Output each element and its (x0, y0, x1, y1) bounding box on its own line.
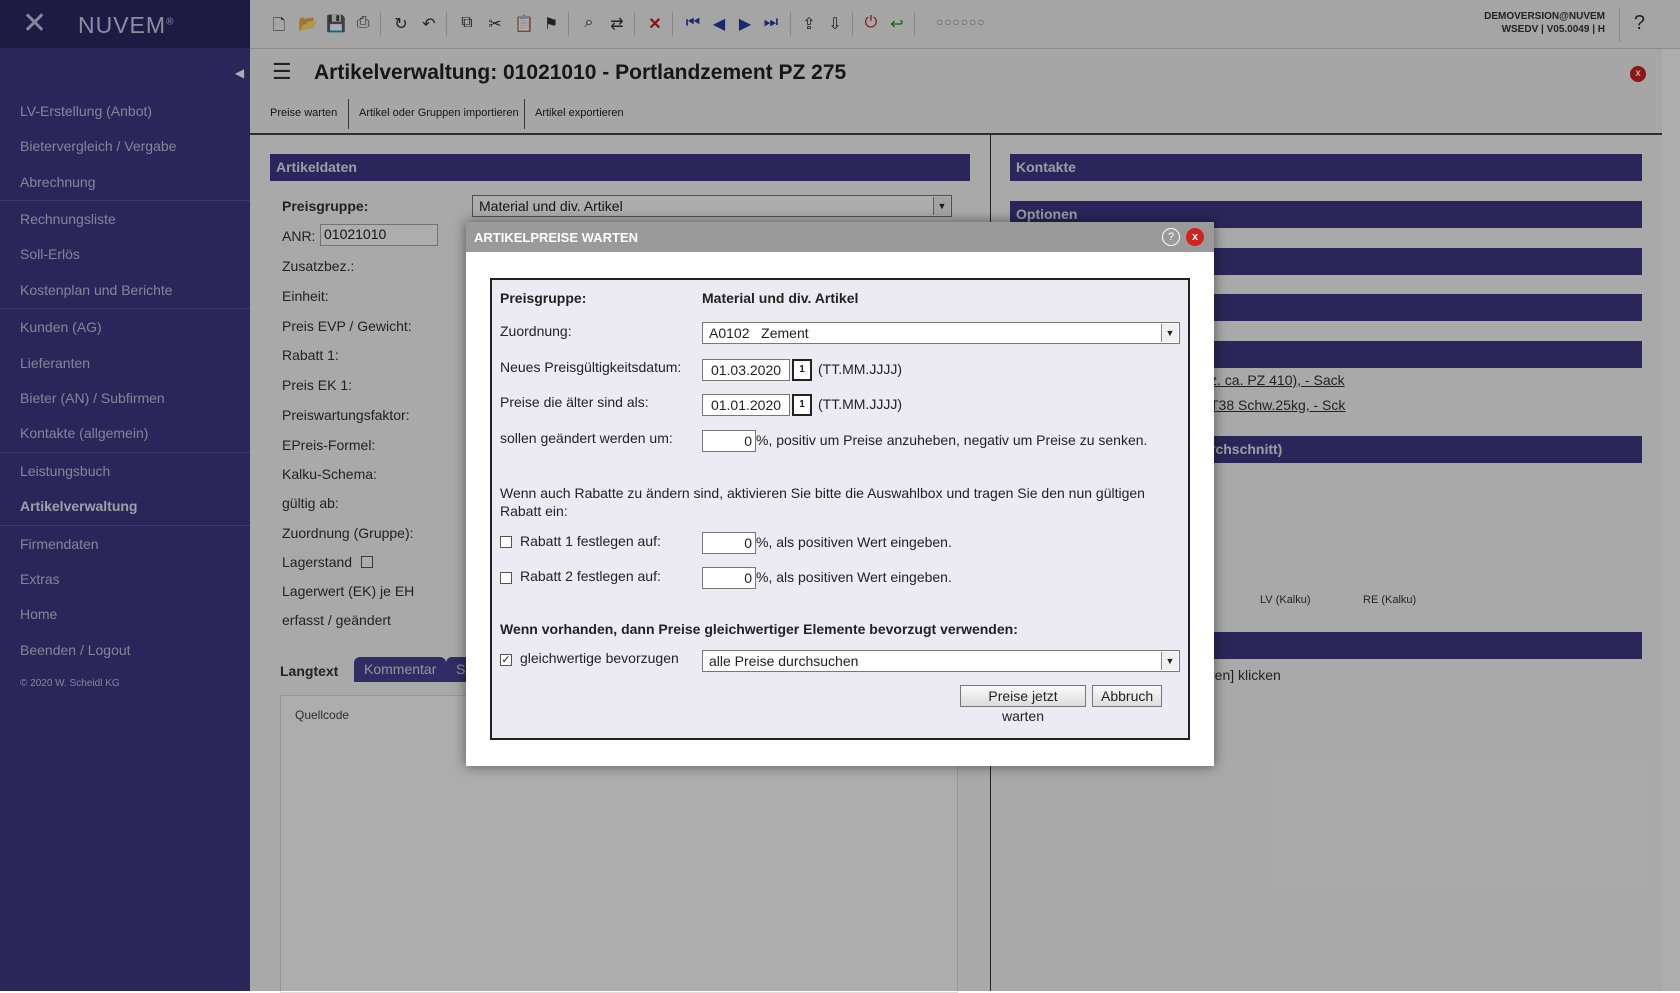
artikelpreise-warten-dialog: ARTIKELPREISE WARTEN ? x Preisgruppe: Ma… (466, 222, 1214, 766)
gleichwertig-heading: Wenn vorhanden, dann Preise gleichwertig… (500, 621, 1018, 637)
aendern-label: sollen geändert werden um: (500, 430, 673, 446)
dialog-close-button[interactable]: x (1186, 228, 1204, 246)
preisgruppe-label: Preisgruppe: (500, 290, 587, 306)
rabatt2-hint: %, als positiven Wert eingeben. (756, 569, 952, 585)
rabatt1-checkbox[interactable] (500, 536, 512, 548)
rabatt-info: Wenn auch Rabatte zu ändern sind, aktivi… (500, 485, 1145, 519)
dialog-help-button[interactable]: ? (1162, 228, 1180, 246)
calendar-icon[interactable]: 1 (792, 359, 812, 381)
preisgueltigkeitsdatum-label: Neues Preisgültigkeitsdatum: (500, 359, 682, 375)
calendar-icon[interactable]: 1 (792, 394, 812, 416)
gleichwertig-label: gleichwertige bevorzugen (520, 650, 679, 666)
date-format-hint: (TT.MM.JJJJ) (818, 396, 902, 412)
chevron-down-icon: ▼ (1161, 652, 1178, 670)
dialog-title: ARTIKELPREISE WARTEN (474, 230, 638, 245)
preise-warten-button[interactable]: Preise jetzt warten (960, 685, 1086, 724)
rabatt2-checkbox[interactable] (500, 572, 512, 584)
aelter-als-label: Preise die älter sind als: (500, 394, 649, 410)
zuordnung-label: Zuordnung: (500, 323, 572, 339)
rabatt2-label: Rabatt 2 festlegen auf: (520, 568, 661, 584)
gleichwertig-select[interactable]: alle Preise durchsuchen ▼ (702, 650, 1180, 672)
price-maintenance-form: Preisgruppe: Material und div. Artikel Z… (490, 278, 1190, 740)
aelter-als-input[interactable]: 01.01.2020 (702, 394, 790, 416)
aendern-percent-input[interactable]: 0 (702, 430, 756, 452)
preisgruppe-value: Material und div. Artikel (702, 290, 859, 306)
dialog-header: ARTIKELPREISE WARTEN ? x (466, 222, 1214, 252)
preisgueltigkeitsdatum-input[interactable]: 01.03.2020 (702, 359, 790, 381)
aendern-hint: %, positiv um Preise anzuheben, negativ … (756, 432, 1148, 448)
abbruch-button[interactable]: Abbruch (1092, 685, 1162, 707)
date-format-hint: (TT.MM.JJJJ) (818, 361, 902, 377)
rabatt1-input[interactable]: 0 (702, 532, 756, 554)
gleichwertig-checkbox[interactable]: ✓ (500, 654, 512, 666)
rabatt1-hint: %, als positiven Wert eingeben. (756, 534, 952, 550)
chevron-down-icon: ▼ (1161, 324, 1178, 342)
rabatt1-label: Rabatt 1 festlegen auf: (520, 533, 661, 549)
rabatt2-input[interactable]: 0 (702, 567, 756, 589)
zuordnung-select[interactable]: A0102 Zement ▼ (702, 322, 1180, 344)
